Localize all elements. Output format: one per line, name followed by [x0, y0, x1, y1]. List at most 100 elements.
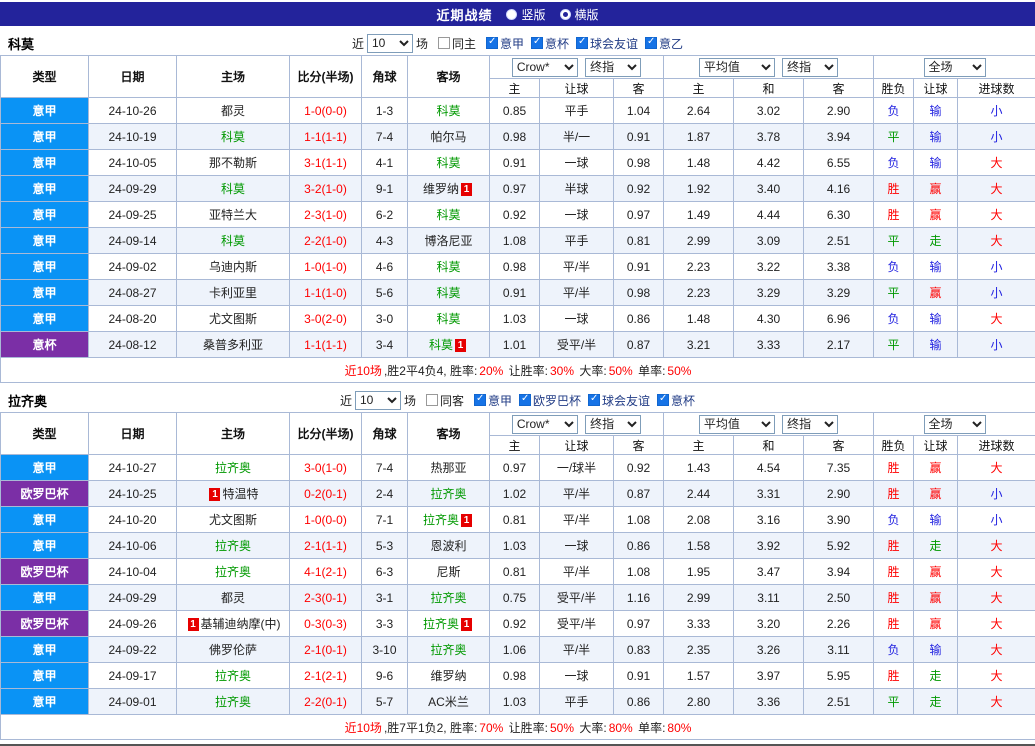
average-select[interactable]: 平均值 — [699, 415, 775, 434]
team-label[interactable]: 尤文图斯 — [209, 312, 257, 326]
team-label[interactable]: 拉齐奥 — [215, 695, 251, 709]
home-team[interactable]: 亚特兰大 — [177, 202, 290, 228]
league-filter-checkbox[interactable] — [531, 37, 543, 49]
away-team[interactable]: 拉齐奥 — [408, 585, 490, 611]
score[interactable]: 3-2(1-0) — [290, 176, 362, 202]
team-label[interactable]: 科莫 — [221, 182, 245, 196]
score[interactable]: 1-1(1-1) — [290, 124, 362, 150]
home-team[interactable]: 拉齐奥 — [177, 559, 290, 585]
team-label[interactable]: 拉齐奥 — [430, 591, 466, 605]
league-filter[interactable]: 意甲 — [486, 35, 524, 52]
bookmaker-select[interactable]: Crow* — [512, 415, 578, 434]
away-team[interactable]: 博洛尼亚 — [408, 228, 490, 254]
score[interactable]: 0-2(0-1) — [290, 481, 362, 507]
away-team[interactable]: 恩波利 — [408, 533, 490, 559]
away-team[interactable]: 科莫 — [408, 280, 490, 306]
fulltime-select[interactable]: 全场 — [924, 415, 986, 434]
team-label[interactable]: 科莫 — [436, 260, 460, 274]
score[interactable]: 1-0(0-0) — [290, 98, 362, 124]
team-label[interactable]: AC米兰 — [428, 695, 469, 709]
league-filter[interactable]: 球会友谊 — [576, 35, 638, 52]
home-team[interactable]: 拉齐奥 — [177, 533, 290, 559]
team-label[interactable]: 科莫 — [436, 104, 460, 118]
fulltime-select[interactable]: 全场 — [924, 58, 986, 77]
home-team[interactable]: 桑普多利亚 — [177, 332, 290, 358]
view-option-horizontal[interactable]: 横版 — [560, 6, 599, 23]
score[interactable]: 1-1(1-0) — [290, 280, 362, 306]
score[interactable]: 2-3(0-1) — [290, 585, 362, 611]
match-count-select[interactable]: 10 — [367, 34, 413, 53]
away-team[interactable]: 科莫 — [408, 150, 490, 176]
away-team[interactable]: 科莫 — [408, 202, 490, 228]
team-label[interactable]: 尤文图斯 — [209, 513, 257, 527]
same-filter-checkbox[interactable] — [438, 37, 450, 49]
league-filter-checkbox[interactable] — [657, 394, 669, 406]
radio-horizontal-icon[interactable] — [560, 9, 571, 20]
team-label[interactable]: 科莫 — [436, 156, 460, 170]
team-label[interactable]: 维罗纳 — [430, 669, 466, 683]
away-team[interactable]: 科莫 — [408, 254, 490, 280]
match-count-select[interactable]: 10 — [355, 391, 401, 410]
team-label[interactable]: 乌迪内斯 — [209, 260, 257, 274]
home-team[interactable]: 那不勒斯 — [177, 150, 290, 176]
team-label[interactable]: 科莫 — [436, 208, 460, 222]
home-team[interactable]: 拉齐奥 — [177, 689, 290, 715]
home-team[interactable]: 都灵 — [177, 585, 290, 611]
team-label[interactable]: 拉齐奥 — [423, 513, 459, 527]
away-team[interactable]: 拉齐奥1 — [408, 507, 490, 533]
team-label[interactable]: 科莫 — [436, 312, 460, 326]
home-team[interactable]: 尤文图斯 — [177, 507, 290, 533]
league-filter[interactable]: 意杯 — [531, 35, 569, 52]
away-team[interactable]: 维罗纳1 — [408, 176, 490, 202]
away-team[interactable]: 帕尔马 — [408, 124, 490, 150]
team-label[interactable]: 基辅迪纳摩(中) — [201, 617, 281, 631]
league-filter-checkbox[interactable] — [474, 394, 486, 406]
away-team[interactable]: 维罗纳 — [408, 663, 490, 689]
team-label[interactable]: 桑普多利亚 — [203, 338, 263, 352]
team-label[interactable]: 拉齐奥 — [215, 669, 251, 683]
team-label[interactable]: 都灵 — [221, 104, 245, 118]
team-label[interactable]: 热那亚 — [430, 461, 466, 475]
team-label[interactable]: 拉齐奥 — [430, 487, 466, 501]
average-select[interactable]: 平均值 — [699, 58, 775, 77]
score[interactable]: 2-2(0-1) — [290, 689, 362, 715]
league-filter-checkbox[interactable] — [486, 37, 498, 49]
same-filter[interactable]: 同客 — [426, 392, 464, 409]
score[interactable]: 2-2(1-0) — [290, 228, 362, 254]
team-label[interactable]: 都灵 — [221, 591, 245, 605]
team-label[interactable]: 佛罗伦萨 — [209, 643, 257, 657]
team-label[interactable]: 拉齐奥 — [215, 565, 251, 579]
away-team[interactable]: 科莫1 — [408, 332, 490, 358]
score[interactable]: 2-1(0-1) — [290, 637, 362, 663]
team-label[interactable]: 拉齐奥 — [215, 461, 251, 475]
away-team[interactable]: 热那亚 — [408, 455, 490, 481]
score[interactable]: 4-1(2-1) — [290, 559, 362, 585]
score[interactable]: 3-1(1-1) — [290, 150, 362, 176]
away-team[interactable]: 尼斯 — [408, 559, 490, 585]
league-filter-checkbox[interactable] — [519, 394, 531, 406]
score[interactable]: 0-3(0-3) — [290, 611, 362, 637]
team-label[interactable]: 那不勒斯 — [209, 156, 257, 170]
home-team[interactable]: 拉齐奥 — [177, 455, 290, 481]
team-label[interactable]: 拉齐奥 — [430, 643, 466, 657]
league-filter[interactable]: 意杯 — [657, 392, 695, 409]
away-team[interactable]: 拉齐奥1 — [408, 611, 490, 637]
score[interactable]: 3-0(1-0) — [290, 455, 362, 481]
bookmaker-select[interactable]: Crow* — [512, 58, 578, 77]
team-label[interactable]: 帕尔马 — [430, 130, 466, 144]
team-label[interactable]: 特温特 — [222, 487, 258, 501]
away-team[interactable]: 科莫 — [408, 306, 490, 332]
team-label[interactable]: 博洛尼亚 — [424, 234, 472, 248]
team-label[interactable]: 科莫 — [436, 286, 460, 300]
score[interactable]: 1-0(1-0) — [290, 254, 362, 280]
league-filter-checkbox[interactable] — [645, 37, 657, 49]
league-filter[interactable]: 球会友谊 — [588, 392, 650, 409]
home-team[interactable]: 科莫 — [177, 228, 290, 254]
league-filter-checkbox[interactable] — [588, 394, 600, 406]
score[interactable]: 3-0(2-0) — [290, 306, 362, 332]
league-filter[interactable]: 欧罗巴杯 — [519, 392, 581, 409]
team-label[interactable]: 科莫 — [221, 234, 245, 248]
home-team[interactable]: 尤文图斯 — [177, 306, 290, 332]
team-label[interactable]: 亚特兰大 — [209, 208, 257, 222]
away-team[interactable]: AC米兰 — [408, 689, 490, 715]
